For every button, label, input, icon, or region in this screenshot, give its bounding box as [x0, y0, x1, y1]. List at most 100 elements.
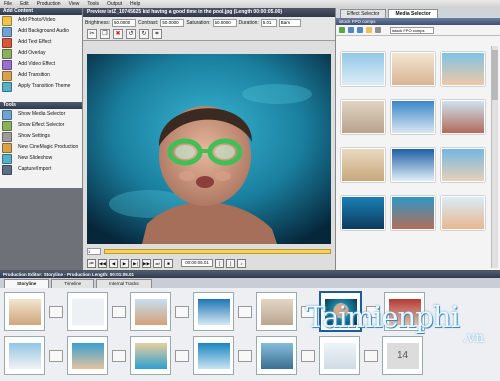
- copy-icon[interactable]: ❐: [100, 29, 110, 39]
- tab-timeline[interactable]: Timeline: [51, 279, 95, 288]
- rotate-left-icon[interactable]: ↺: [126, 29, 136, 39]
- step-back-icon[interactable]: ◀: [109, 258, 118, 268]
- clip-cell[interactable]: [130, 336, 171, 375]
- fast-forward-icon[interactable]: ▶▶: [142, 258, 151, 268]
- saturation-input[interactable]: [212, 18, 237, 27]
- add-content-header[interactable]: Add Content: [0, 8, 82, 15]
- timecode-display: 00:00:05.01: [181, 259, 213, 267]
- add-overlay-item[interactable]: Add Overlay: [0, 48, 82, 59]
- new-cinemagic-production-item[interactable]: New CineMagic Production: [0, 142, 82, 153]
- rewind-icon[interactable]: ◀◀: [98, 258, 107, 268]
- show-media-selector-item[interactable]: Show Media Selector: [0, 109, 82, 120]
- duration-input[interactable]: [260, 18, 277, 27]
- brightness-input[interactable]: [112, 18, 137, 27]
- add-text-effect-item[interactable]: Add Text Effect: [0, 37, 82, 48]
- cut-icon[interactable]: ✂: [87, 29, 97, 39]
- seek-bar[interactable]: [104, 248, 331, 254]
- media-thumb[interactable]: [391, 52, 435, 86]
- stop-icon[interactable]: ■: [164, 258, 173, 268]
- back-icon[interactable]: [348, 27, 354, 33]
- media-thumb[interactable]: [441, 196, 485, 230]
- clip-cell[interactable]: [193, 336, 234, 375]
- show-effect-selector-item[interactable]: Show Effect Selector: [0, 120, 82, 131]
- clip-cell[interactable]: [319, 336, 360, 375]
- clip-cell[interactable]: 14: [382, 336, 423, 375]
- transition-slot[interactable]: [301, 305, 315, 318]
- clip-cell[interactable]: [256, 336, 297, 375]
- transition-slot[interactable]: [364, 349, 378, 362]
- menu-view[interactable]: View: [65, 0, 84, 8]
- media-thumb[interactable]: [341, 196, 385, 230]
- frame-input[interactable]: [87, 247, 101, 255]
- play-icon[interactable]: ▶: [120, 258, 129, 268]
- clip-cell[interactable]: [67, 336, 108, 375]
- add-video-effect-item[interactable]: Add Video Effect: [0, 59, 82, 70]
- add-icon[interactable]: [339, 27, 345, 33]
- capture-import-item[interactable]: Capture/Import: [0, 164, 82, 175]
- media-thumb[interactable]: [391, 196, 435, 230]
- menu-output[interactable]: Output: [103, 0, 126, 8]
- folder-icon[interactable]: [366, 27, 372, 33]
- step-forward-icon[interactable]: ▶|: [131, 258, 140, 268]
- clip-cell[interactable]: [193, 292, 234, 331]
- new-slideshow-item[interactable]: New Slideshow: [0, 153, 82, 164]
- delete-icon[interactable]: ✖: [113, 29, 123, 39]
- clip-cell[interactable]: [256, 292, 297, 331]
- add-photo-video-item[interactable]: Add Photo/Video: [0, 15, 82, 26]
- clip-cell[interactable]: [384, 292, 425, 331]
- clip-cell[interactable]: [67, 292, 108, 331]
- transition-slot[interactable]: [366, 305, 380, 318]
- media-thumb[interactable]: [341, 148, 385, 182]
- menu-help[interactable]: Help: [126, 0, 144, 8]
- scroll-thumb[interactable]: [492, 50, 498, 100]
- selected-clip-cell[interactable]: [319, 291, 362, 332]
- media-thumb[interactable]: [391, 100, 435, 134]
- transition-slot[interactable]: [49, 349, 63, 362]
- media-thumb[interactable]: [441, 100, 485, 134]
- apply-transition-theme-item[interactable]: Apply Transition Theme: [0, 81, 82, 92]
- contrast-input[interactable]: [160, 18, 185, 27]
- menu-edit[interactable]: Edit: [16, 0, 33, 8]
- item-label: Add Video Effect: [18, 61, 56, 67]
- transition-slot[interactable]: [238, 305, 252, 318]
- media-thumb[interactable]: [441, 148, 485, 182]
- menu-tools[interactable]: Tools: [83, 0, 103, 8]
- media-scrollbar[interactable]: [491, 46, 498, 268]
- crop-icon[interactable]: ⌗: [152, 29, 162, 39]
- bars-select[interactable]: [278, 18, 301, 27]
- go-end-icon[interactable]: ⏭: [153, 258, 162, 268]
- forward-icon[interactable]: [357, 27, 363, 33]
- mark-out-icon[interactable]: ]: [226, 258, 235, 268]
- slideshow-icon: [2, 153, 12, 164]
- view-icon[interactable]: [375, 27, 381, 33]
- tab-internal-tracks[interactable]: Internal Tracks: [96, 279, 152, 288]
- clip-cell[interactable]: [4, 292, 45, 331]
- transition-slot[interactable]: [301, 349, 315, 362]
- transition-slot[interactable]: [175, 349, 189, 362]
- transition-slot[interactable]: [49, 305, 63, 318]
- media-thumb[interactable]: [341, 100, 385, 134]
- go-start-icon[interactable]: ⏮: [87, 258, 96, 268]
- transition-slot[interactable]: [175, 305, 189, 318]
- clip-cell[interactable]: [4, 336, 45, 375]
- transition-slot[interactable]: [112, 305, 126, 318]
- media-thumb[interactable]: [391, 148, 435, 182]
- path-field[interactable]: [390, 26, 434, 34]
- tab-storyline[interactable]: Storyline: [4, 279, 50, 288]
- tab-effect-selector[interactable]: Effect Selector: [340, 9, 387, 18]
- add-transition-item[interactable]: Add Transition: [0, 70, 82, 81]
- add-background-audio-item[interactable]: Add Background Audio: [0, 26, 82, 37]
- clip-cell[interactable]: [130, 292, 171, 331]
- menu-production[interactable]: Production: [33, 0, 65, 8]
- transition-slot[interactable]: [112, 349, 126, 362]
- media-thumb[interactable]: [341, 52, 385, 86]
- transition-slot[interactable]: [238, 349, 252, 362]
- mark-in-icon[interactable]: [: [215, 258, 224, 268]
- menu-file[interactable]: File: [0, 0, 16, 8]
- tab-media-selector[interactable]: Media Selector: [388, 9, 438, 18]
- tools-header[interactable]: Tools: [0, 102, 82, 109]
- show-settings-item[interactable]: Show Settings: [0, 131, 82, 142]
- volume-icon[interactable]: ♪: [237, 258, 246, 268]
- rotate-right-icon[interactable]: ↻: [139, 29, 149, 39]
- media-thumb[interactable]: [441, 52, 485, 86]
